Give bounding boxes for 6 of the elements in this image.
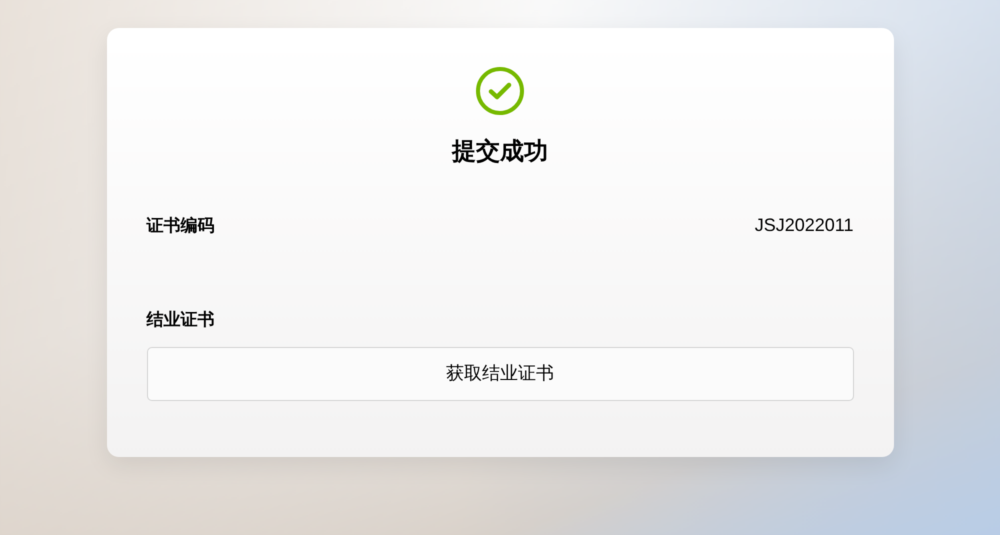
success-title: 提交成功 — [452, 137, 548, 167]
section-label: 结业证书 — [146, 309, 214, 331]
field-label: 证书编码 — [146, 214, 214, 237]
get-certificate-button[interactable]: 获取结业证书 — [146, 346, 854, 400]
field-value: JSJ2022011 — [754, 214, 854, 237]
check-circle-icon — [475, 66, 525, 116]
